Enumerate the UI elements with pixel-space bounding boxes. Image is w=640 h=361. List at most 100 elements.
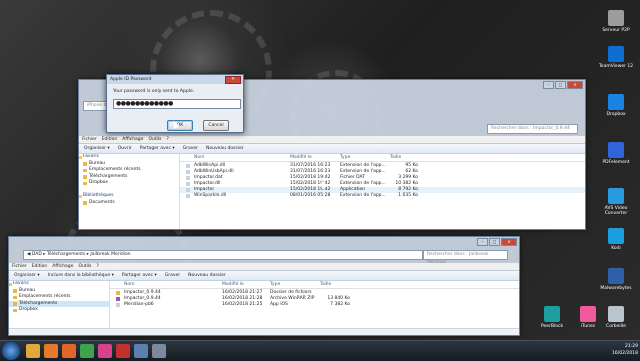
media-player-icon[interactable]	[44, 344, 58, 358]
desktop-icon-label: AVS Video Converter	[604, 206, 628, 216]
file-row[interactable]: WinSparkle.dll 08/01/2016 05:28 Extension …	[180, 193, 585, 199]
cancel-button[interactable]: Cancel	[203, 120, 229, 131]
close-button[interactable]: ✕	[567, 81, 583, 89]
nav-label: Bibliothèques	[83, 193, 114, 198]
close-button[interactable]: ✕	[501, 238, 517, 246]
toolbar-button[interactable]: Ouvrir	[118, 146, 132, 151]
menu-item[interactable]: Outils	[78, 264, 91, 269]
desktop-icon[interactable]: Malwarebytes	[594, 268, 638, 291]
toolbar-button[interactable]: Nouveau dossier	[188, 273, 226, 278]
system-clock[interactable]: 21:29 16/02/2018	[598, 343, 638, 357]
desktop-icon-label: iTunes	[580, 324, 596, 329]
app-icon[interactable]	[152, 344, 166, 358]
file-date: 08/01/2016 05:28	[290, 193, 331, 198]
search-input[interactable]: Rechercher dans : Jailbreak Meridian	[423, 250, 508, 265]
maximize-button[interactable]: □	[489, 238, 500, 246]
column-date[interactable]: Modifié le	[290, 154, 312, 161]
folder-icon	[83, 168, 87, 172]
menu-item[interactable]: Fichier	[12, 264, 27, 269]
toolbar-button[interactable]: Inclure dans la bibliothèque ▾	[48, 273, 114, 278]
desktop-icon[interactable]: PDFelement	[594, 142, 638, 165]
toolbar-button[interactable]: Graver	[165, 273, 180, 278]
file-icon	[186, 188, 190, 192]
title-bar[interactable]: – □ ✕	[9, 237, 519, 246]
chrome-icon[interactable]	[80, 344, 94, 358]
desktop-icon[interactable]: iTunes	[566, 306, 610, 329]
nav-label: Téléchargements	[89, 173, 128, 179]
column-type[interactable]: Type	[340, 154, 350, 161]
pdf-icon[interactable]	[116, 344, 130, 358]
nav-item[interactable]: Documents	[79, 200, 179, 207]
file-icon	[186, 194, 190, 198]
clock-date: 16/02/2018	[612, 351, 638, 356]
desktop-icon[interactable]: Dropbox	[594, 94, 638, 117]
dialog-close-button[interactable]: ✕	[225, 76, 241, 84]
malwarebytes-icon	[608, 268, 624, 284]
search-input[interactable]: Rechercher dans : Impactor_0.9.44	[487, 124, 578, 134]
desktop-icon[interactable]: TeamViewer 12	[594, 46, 638, 69]
password-input[interactable]: ●●●●●●●●●●●●	[113, 99, 241, 109]
nav-item[interactable]: Dropbox	[9, 307, 109, 314]
file-icon	[186, 164, 190, 168]
app-icon[interactable]	[134, 344, 148, 358]
file-row[interactable]: Meridian-pb6 16/02/2018 21:25 App iOS 7 382…	[110, 302, 519, 308]
file-icon	[186, 170, 190, 174]
file-date: 16/02/2018 21:25	[222, 302, 263, 307]
explorer-icon[interactable]	[26, 344, 40, 358]
desktop-icon[interactable]: Kodi	[594, 228, 638, 251]
file-icon	[186, 182, 190, 186]
video-icon	[608, 188, 624, 204]
toolbar-button[interactable]: Graver	[183, 146, 198, 151]
toolbar-button[interactable]: Organiser ▾	[84, 146, 110, 151]
desktop-icon[interactable]: Serveur P2P	[594, 10, 638, 33]
minimize-button[interactable]: –	[477, 238, 488, 246]
menu-item[interactable]: Affichage	[122, 137, 143, 142]
navigation-pane: Favoris Bureau Emplacements récents Télécha…	[79, 154, 180, 229]
minimize-button[interactable]: –	[543, 81, 554, 89]
server-icon	[608, 10, 624, 26]
menu-item[interactable]: Affichage	[52, 264, 73, 269]
start-button[interactable]	[2, 342, 20, 360]
nav-label: Dropbox	[19, 307, 38, 312]
menu-item[interactable]: ?	[166, 137, 168, 142]
star-icon	[9, 282, 12, 286]
teamviewer-icon	[608, 46, 624, 62]
folder-icon	[13, 302, 17, 306]
address-bar[interactable]: ◀ DAD ▸ Téléchargements ▸ Jailbreak Meri…	[23, 250, 423, 260]
navigation-pane: Favoris Bureau Emplacements récents Télécha…	[9, 281, 110, 329]
toolbar-button[interactable]: Partager avec ▾	[122, 273, 157, 278]
column-date[interactable]: Modifié le	[222, 281, 244, 288]
firefox-icon[interactable]	[62, 344, 76, 358]
maximize-button[interactable]: □	[555, 81, 566, 89]
menu-bar: Fichier Edition Affichage Outils?	[79, 136, 585, 143]
column-headers: Nom Modifié le Type Taille	[110, 281, 519, 289]
desktop-icon-label: Kodi	[611, 246, 621, 251]
nav-label: Téléchargements	[19, 300, 58, 306]
file-name: WinSparkle.dll	[194, 193, 227, 198]
folder-icon	[13, 295, 17, 299]
dialog-message: Your password is only sent to Apple.	[113, 89, 195, 94]
menu-item[interactable]: Edition	[32, 264, 48, 269]
column-type[interactable]: Type	[270, 281, 280, 288]
menu-item[interactable]: Edition	[102, 137, 118, 142]
menu-item[interactable]: ?	[96, 264, 98, 269]
toolbar-button[interactable]: Partager avec ▾	[140, 146, 175, 151]
explorer-window-meridian[interactable]: – □ ✕ ◀ DAD ▸ Téléchargements ▸ Jailbrea…	[8, 236, 520, 336]
column-name[interactable]: Nom	[194, 154, 205, 161]
menu-item[interactable]: Fichier	[82, 137, 97, 142]
folder-icon	[83, 201, 87, 205]
menu-item[interactable]: Outils	[148, 137, 161, 142]
toolbar-button[interactable]: Organiser ▾	[14, 273, 40, 278]
column-name[interactable]: Nom	[124, 281, 135, 288]
star-icon	[79, 194, 82, 198]
toolbar-button[interactable]: Nouveau dossier	[206, 146, 244, 151]
dialog-title: Apple ID Password	[107, 75, 243, 84]
desktop-icon-label: Serveur P2P	[602, 28, 630, 33]
column-size[interactable]: Taille	[320, 281, 331, 288]
itunes-icon[interactable]	[98, 344, 112, 358]
file-size: 7 382 Ko	[330, 302, 350, 307]
column-size[interactable]: Taille	[390, 154, 401, 161]
folder-icon	[83, 175, 87, 179]
nav-label: Bureau	[19, 287, 36, 293]
desktop-icon[interactable]: AVS Video Converter	[594, 188, 638, 216]
